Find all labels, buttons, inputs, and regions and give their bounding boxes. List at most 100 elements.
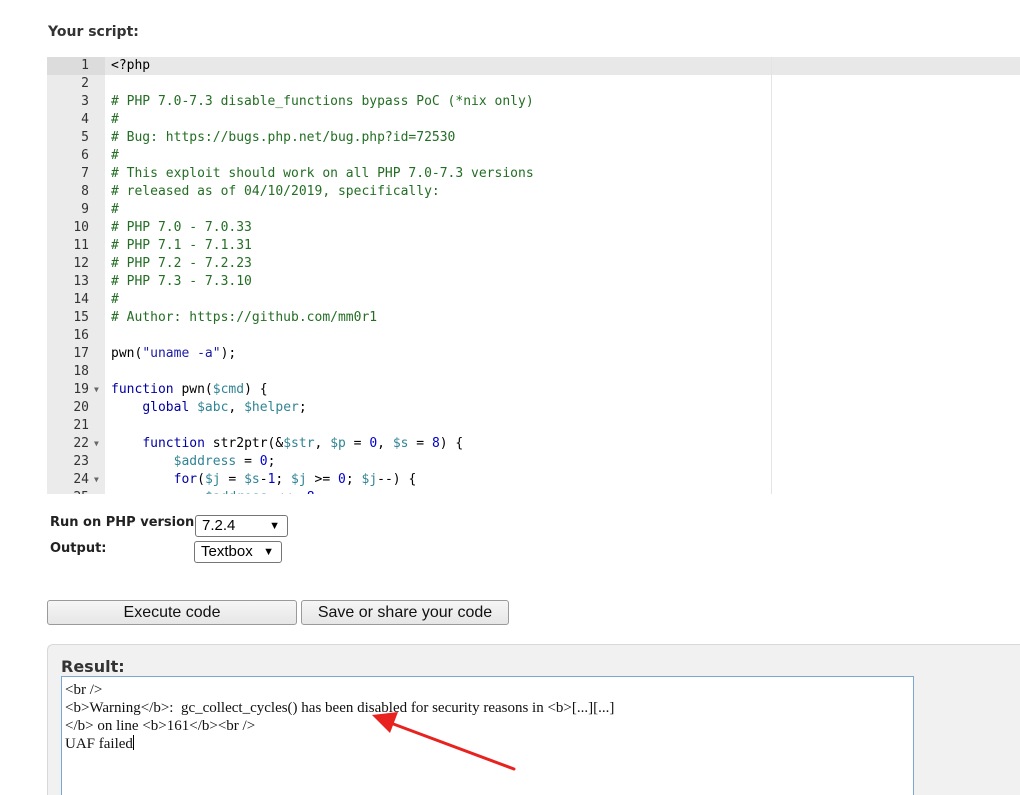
line-number: 4: [81, 112, 89, 127]
code-line: 22 ▼ function str2ptr(&$str, $p = 0, $s =…: [47, 435, 1020, 453]
code-token: #: [111, 292, 119, 307]
save-share-button[interactable]: Save or share your code: [301, 600, 509, 625]
code-line: 18: [47, 363, 1020, 381]
line-number: 13: [73, 274, 89, 289]
code-line: 14 #: [47, 291, 1020, 309]
line-number: 6: [81, 148, 89, 163]
line-number: 20: [73, 400, 89, 415]
line-number: 1: [81, 58, 89, 73]
code-text: # PHP 7.3 - 7.3.10: [111, 273, 252, 291]
code-token: -: [259, 472, 268, 487]
code-text: <?php: [111, 57, 150, 75]
code-token: # PHP 7.3 - 7.3.10: [111, 274, 252, 289]
code-token: $p: [330, 436, 346, 451]
code-text: $address = 0;: [111, 453, 276, 471]
line-number: 10: [73, 220, 89, 235]
code-token: ) {: [244, 382, 268, 397]
result-output-textbox[interactable]: <br /> <b>Warning</b>: gc_collect_cycles(…: [61, 676, 914, 795]
line-number: 5: [81, 130, 89, 145]
line-number: 22: [73, 436, 89, 451]
code-token: pwn(: [173, 382, 213, 397]
code-line: 17 pwn("uname -a");: [47, 345, 1020, 363]
execute-code-button[interactable]: Execute code: [47, 600, 297, 625]
code-line: 10 # PHP 7.0 - 7.0.33: [47, 219, 1020, 237]
output-value: Textbox: [201, 543, 253, 560]
fold-arrow-icon[interactable]: ▼: [94, 381, 99, 399]
code-text: # Author: https://github.com/mm0r1: [111, 309, 377, 327]
code-token: $abc: [197, 400, 229, 415]
code-line: 12 # PHP 7.2 - 7.2.23: [47, 255, 1020, 273]
code-token: ;: [345, 472, 362, 487]
code-line: 9 #: [47, 201, 1020, 219]
code-token: $j: [361, 472, 378, 487]
code-text: # released as of 04/10/2019, specificall…: [111, 183, 440, 201]
code-token: ,: [228, 400, 245, 415]
text-caret: [132, 735, 134, 750]
code-line: 8 # released as of 04/10/2019, specifical…: [47, 183, 1020, 201]
code-token: $helper: [244, 400, 299, 415]
code-line: 15 # Author: https://github.com/mm0r1: [47, 309, 1020, 327]
code-line: 19 ▼ function pwn($cmd) {: [47, 381, 1020, 399]
code-token: --) {: [377, 472, 417, 487]
output-label: Output:: [50, 541, 107, 556]
code-line: 11 # PHP 7.1 - 7.1.31: [47, 237, 1020, 255]
code-token: =: [345, 436, 370, 451]
php-version-select[interactable]: 7.2.4 ▼: [195, 515, 288, 537]
code-token: # PHP 7.0 - 7.0.33: [111, 220, 252, 235]
code-token: );: [220, 346, 237, 361]
code-editor[interactable]: 1 <?php 2 3 # PHP 7.0-7.3 disable_functions …: [47, 57, 1020, 494]
code-line: 7 # This exploit should work on all PHP 7…: [47, 165, 1020, 183]
line-number: 19: [73, 382, 89, 397]
code-text: # PHP 7.0-7.3 disable_functions bypass P…: [111, 93, 534, 111]
code-token: ;: [275, 472, 292, 487]
line-number: 16: [73, 328, 89, 343]
code-token: ;: [315, 490, 323, 494]
code-line: 3 # PHP 7.0-7.3 disable_functions bypass …: [47, 93, 1020, 111]
line-number: 15: [73, 310, 89, 325]
line-number: 12: [73, 256, 89, 271]
code-line: 2: [47, 75, 1020, 93]
code-token: $s: [244, 472, 260, 487]
code-token: ,: [377, 436, 393, 451]
code-text: # This exploit should work on all PHP 7.…: [111, 165, 534, 183]
line-number: 18: [73, 364, 89, 379]
code-token: function: [142, 436, 205, 451]
code-text: #: [111, 111, 119, 129]
code-token: # PHP 7.2 - 7.2.23: [111, 256, 252, 271]
code-text: function str2ptr(&$str, $p = 0, $s = 8) …: [111, 435, 463, 453]
code-token: #: [111, 202, 119, 217]
editor-lines: 1 <?php 2 3 # PHP 7.0-7.3 disable_functions …: [47, 57, 1020, 494]
line-number: 3: [81, 94, 89, 109]
code-text: # PHP 7.0 - 7.0.33: [111, 219, 252, 237]
code-token: pwn(: [111, 346, 143, 361]
code-token: $address: [173, 454, 237, 469]
code-line: 13 # PHP 7.3 - 7.3.10: [47, 273, 1020, 291]
code-token: str2ptr(&: [204, 436, 284, 451]
code-token: =: [220, 472, 245, 487]
code-token: 0: [369, 436, 378, 451]
fold-arrow-icon[interactable]: ▼: [94, 471, 99, 489]
code-token: $str: [283, 436, 315, 451]
code-text: # PHP 7.1 - 7.1.31: [111, 237, 252, 255]
line-number: 2: [81, 76, 89, 91]
php-version-value: 7.2.4: [202, 517, 236, 534]
code-token: for: [173, 472, 198, 487]
line-number: 23: [73, 454, 89, 469]
fold-arrow-icon[interactable]: ▼: [94, 435, 99, 453]
line-number: 7: [81, 166, 89, 181]
code-token: =: [236, 454, 260, 469]
result-line: <br />: [65, 682, 103, 698]
code-token: #: [111, 112, 119, 127]
code-token: # PHP 7.1 - 7.1.31: [111, 238, 252, 253]
code-token: "uname -a": [142, 346, 221, 361]
code-token: ,: [314, 436, 331, 451]
code-text: # Bug: https://bugs.php.net/bug.php?id=7…: [111, 129, 455, 147]
chevron-down-icon: ▼: [269, 520, 280, 532]
code-token: # Bug: https://bugs.php.net/bug.php?id=7…: [111, 130, 456, 145]
result-line-last: UAF failed: [65, 735, 910, 753]
code-token: global: [142, 400, 190, 415]
output-select[interactable]: Textbox ▼: [194, 541, 282, 563]
